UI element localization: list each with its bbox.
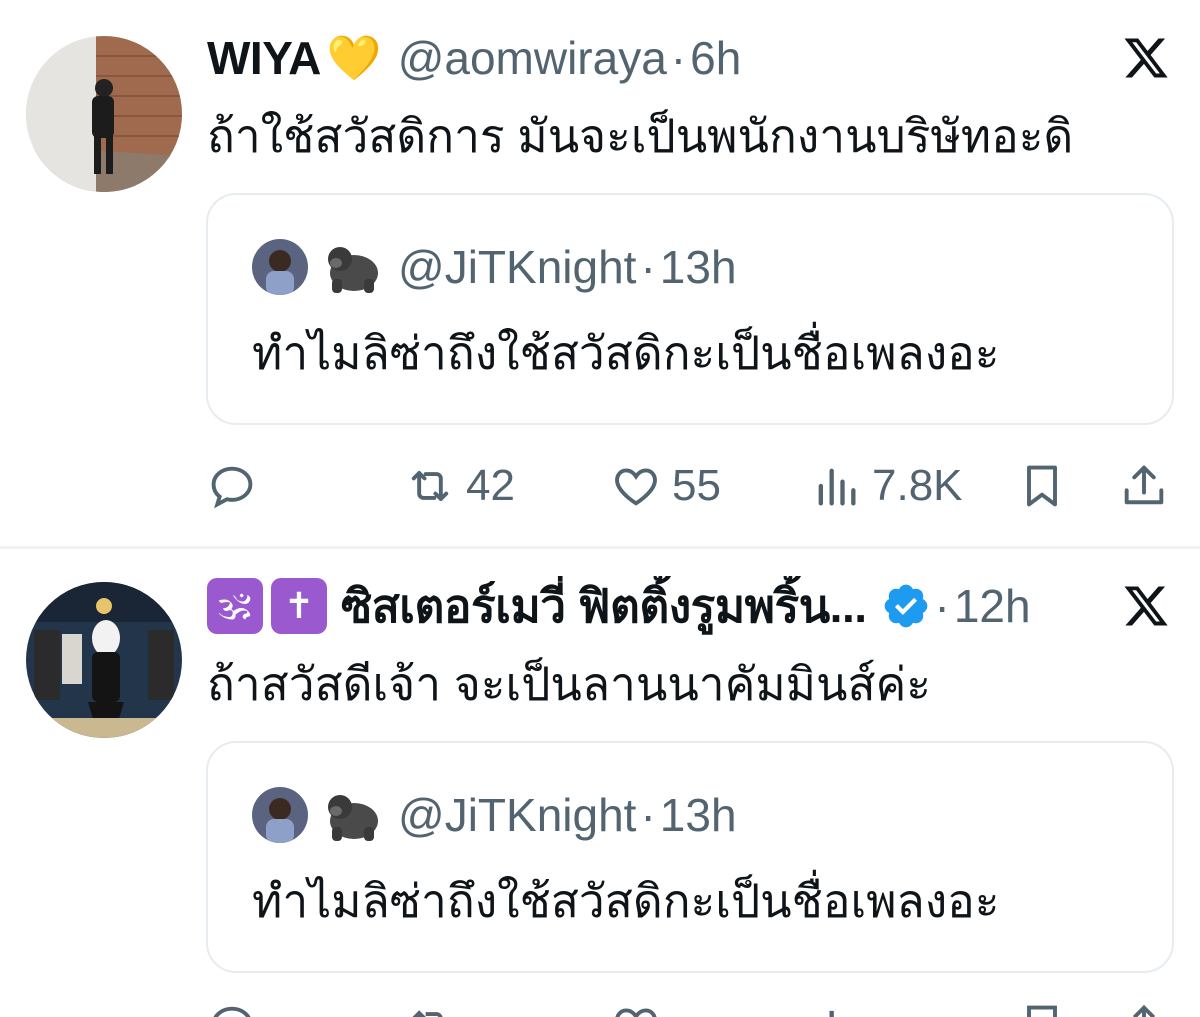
timestamp[interactable]: 12h <box>954 579 1031 633</box>
tweet-text: ถ้าสวัสดีเจ้า จะเป็นลานนาคัมมินส์ค่ะ <box>207 658 932 710</box>
quote-header: @JiTKnight · 13h <box>252 235 737 299</box>
timestamp[interactable]: 6h <box>690 31 741 85</box>
quote-timestamp: 13h <box>659 789 737 841</box>
like-button[interactable]: 55 <box>610 458 721 514</box>
share-icon[interactable] <box>1118 1000 1170 1017</box>
like-count: 55 <box>672 461 721 510</box>
heart-icon[interactable] <box>610 1000 662 1017</box>
reply-icon <box>211 466 253 509</box>
avatar[interactable] <box>26 582 182 738</box>
action-bar: 42 55 7.8K <box>206 458 1170 514</box>
cross-emoji: ✝ <box>271 578 327 634</box>
tweet[interactable]: WIYA 💛 @aomwiraya · 6h ถ้าใช้สวัสดิการ ม… <box>0 0 1200 546</box>
quote-handle: @JiTKnight <box>398 789 637 841</box>
quote-avatar <box>252 787 308 843</box>
quote-handle: @JiTKnight <box>398 241 637 293</box>
share-button[interactable] <box>1118 458 1170 514</box>
repost-count: 42 <box>466 461 515 510</box>
quoted-tweet[interactable]: @JiTKnight · 13h ทำไมลิซ่าถึงใช้สวัสดิกะ… <box>206 193 1174 425</box>
verified-badge-icon <box>884 584 927 628</box>
view-count: 7.8K <box>872 461 963 510</box>
reply-button[interactable] <box>206 458 258 514</box>
x-logo-icon[interactable] <box>1122 34 1170 82</box>
bookmark-icon[interactable] <box>1016 1000 1068 1017</box>
om-emoji: 🕉 <box>207 578 263 634</box>
heart-icon <box>615 468 657 506</box>
separator-dot: · <box>934 580 950 632</box>
reply-icon[interactable] <box>206 1000 258 1017</box>
bookmark-icon <box>1027 465 1057 507</box>
avatar[interactable] <box>26 36 182 192</box>
yellow-heart-emoji: 💛 <box>326 34 382 83</box>
separator-dot: · <box>640 241 656 293</box>
quote-text: ทำไมลิซ่าถึงใช้สวัสดิกะเป็นชื่อเพลงอะ <box>252 875 1000 927</box>
tweet[interactable]: 🕉 ✝ ซิสเตอร์เมวี่ ฟิตติ้งรูมพริ้น... · 1… <box>0 550 1200 1017</box>
action-bar-partial <box>206 1000 1170 1017</box>
gorilla-emoji-icon <box>328 247 378 293</box>
bar-chart-icon <box>818 468 856 506</box>
separator-dot: · <box>670 32 687 84</box>
repost-icon <box>411 471 449 501</box>
quote-timestamp: 13h <box>659 241 737 293</box>
quote-text: ทำไมลิซ่าถึงใช้สวัสดิกะเป็นชื่อเพลงอะ <box>252 327 1000 379</box>
views-button[interactable]: 7.8K <box>810 458 963 514</box>
quoted-tweet[interactable]: @JiTKnight · 13h ทำไมลิซ่าถึงใช้สวัสดิกะ… <box>206 741 1174 973</box>
repost-icon[interactable] <box>404 1000 456 1017</box>
bookmark-button[interactable] <box>1016 458 1068 514</box>
display-name[interactable]: WIYA <box>207 31 321 85</box>
handle[interactable]: @aomwiraya <box>398 31 667 85</box>
tweet-header: WIYA 💛 @aomwiraya · 6h <box>207 28 1100 88</box>
display-name[interactable]: ซิสเตอร์เมวี่ ฟิตติ้งรูมพริ้น... <box>341 576 867 636</box>
bar-chart-icon[interactable] <box>810 1000 862 1017</box>
tweet-text: ถ้าใช้สวัสดิการ มันจะเป็นพนักงานบริษัทอะ… <box>207 110 1074 162</box>
quote-header: @JiTKnight · 13h <box>252 783 737 847</box>
quote-avatar <box>252 239 308 295</box>
repost-button[interactable]: 42 <box>404 458 515 514</box>
x-logo-icon[interactable] <box>1122 582 1170 630</box>
share-icon <box>1124 465 1164 505</box>
separator-dot: · <box>640 789 656 841</box>
gorilla-emoji-icon <box>328 795 378 841</box>
divider <box>0 546 1200 549</box>
tweet-header: 🕉 ✝ ซิสเตอร์เมวี่ ฟิตติ้งรูมพริ้น... · 1… <box>207 576 1100 636</box>
